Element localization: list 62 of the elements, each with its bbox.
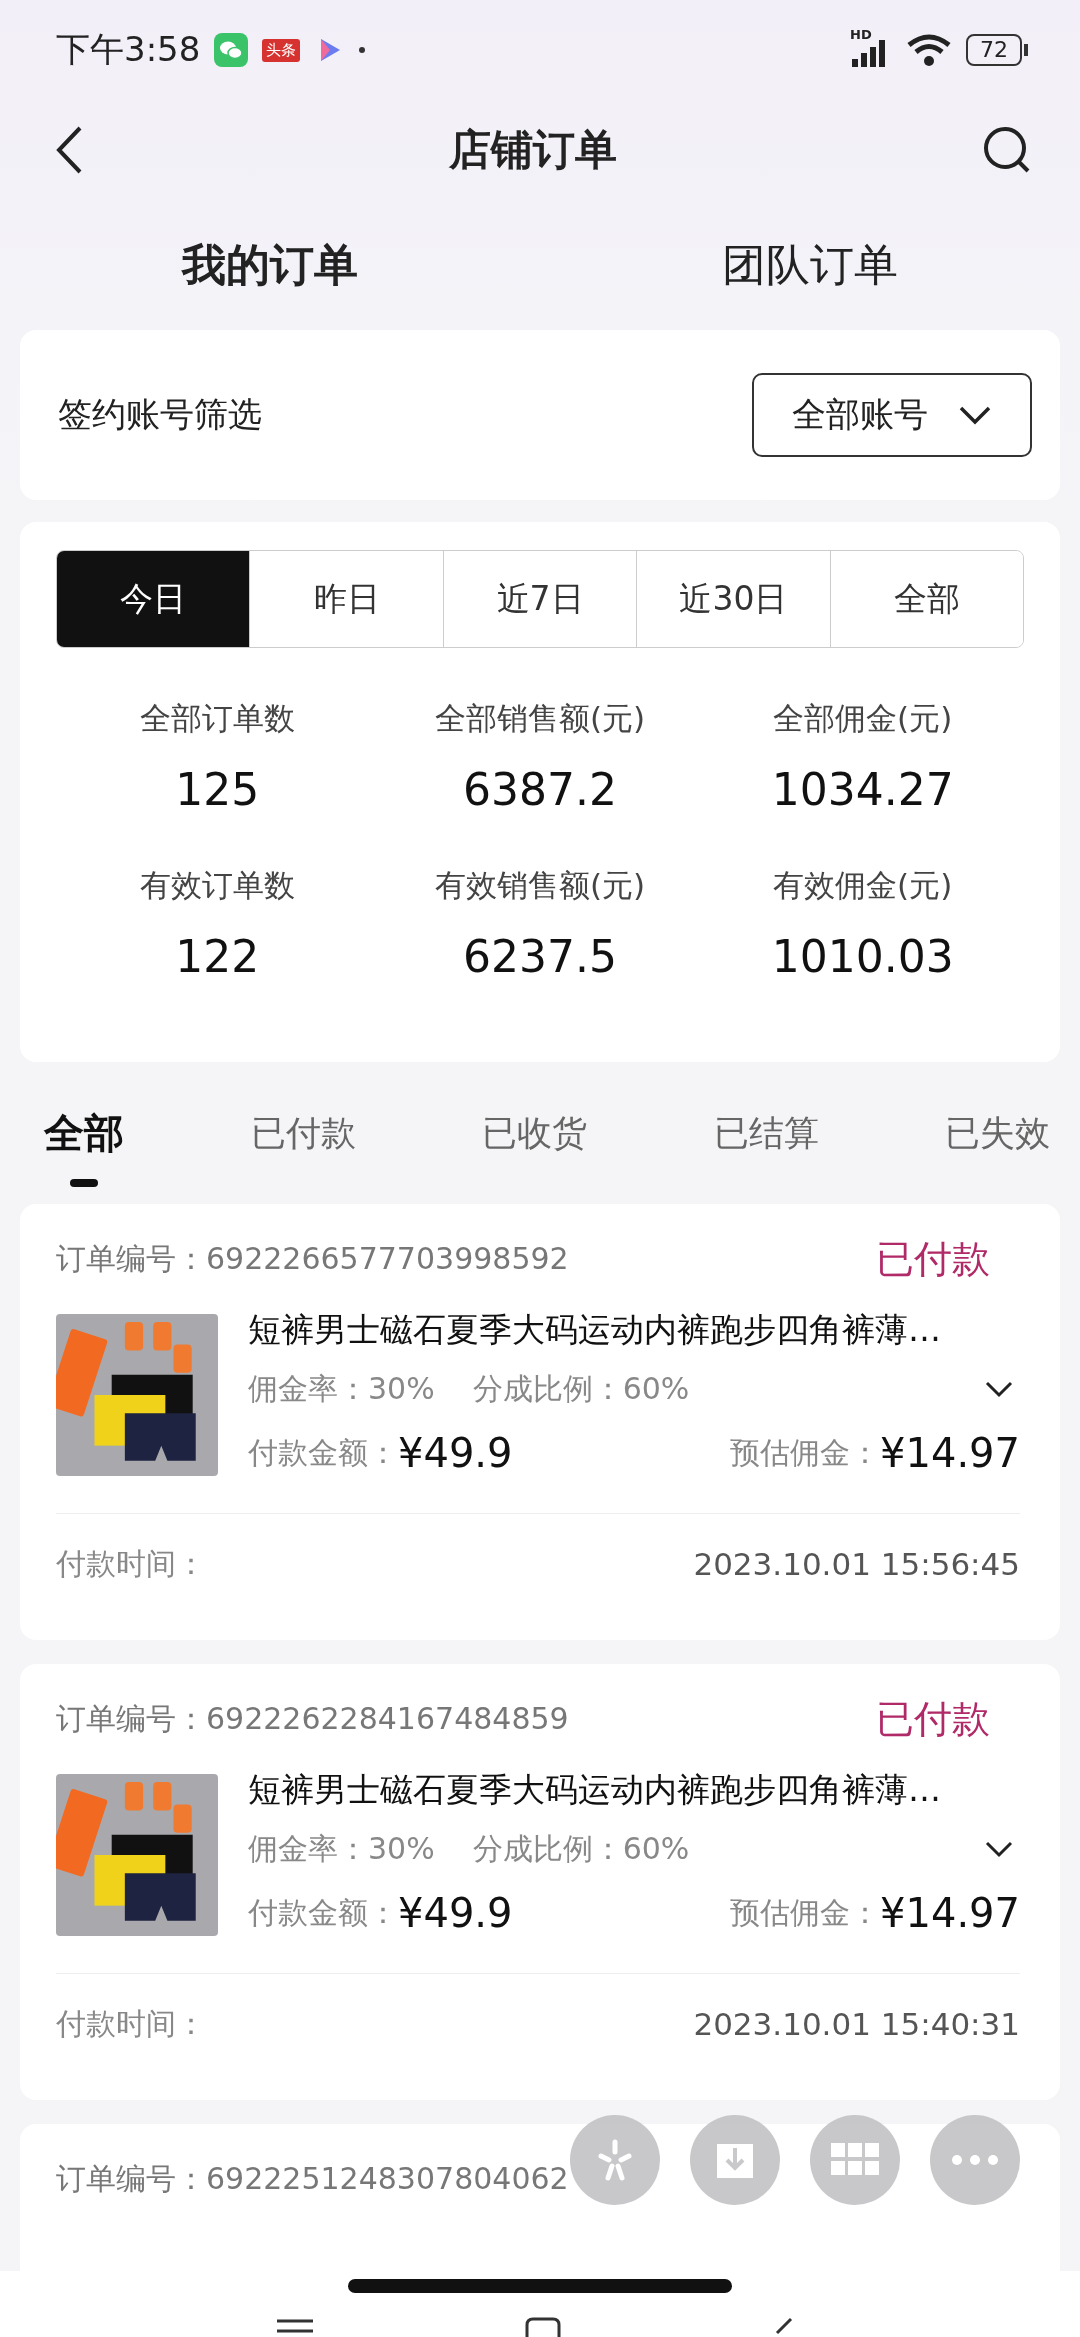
order-number: 订单编号：6922251248307804062 bbox=[56, 2159, 569, 2198]
stat-value: 6387.2 bbox=[463, 764, 617, 815]
paid-label: 付款金额： bbox=[248, 1433, 398, 1472]
more-icon bbox=[951, 2154, 999, 2166]
expand-icon[interactable] bbox=[984, 1380, 1014, 1398]
stat-value: 1010.03 bbox=[771, 931, 954, 982]
search-icon[interactable] bbox=[982, 125, 1032, 175]
order-card[interactable]: 订单编号：6922266577703998592 已付款 短裤男士磁石夏季大码运动内裤跑步四角裤薄… 佣金率：30% 分成比例：60% 付款金额：¥49.9 预估佣金：¥14.97 付款时间： 2023.10.01 15:56:45 bbox=[20, 1204, 1060, 1640]
dot-icon bbox=[358, 46, 367, 54]
order-number: 订单编号：6922262284167484859 bbox=[56, 1699, 569, 1738]
paid-label: 付款金额： bbox=[248, 1893, 398, 1932]
order-card[interactable]: 订单编号：6922262284167484859 已付款 短裤男士磁石夏季大码运动内裤跑步四角裤薄… 佣金率：30% 分成比例：60% 付款金额：¥49.9 预估佣金：¥14.97 付款时间： 2023.10.01 15:40:31 bbox=[20, 1664, 1060, 2100]
paid-amount: ¥49.9 bbox=[398, 1890, 513, 1936]
scope-tab[interactable]: 我的订单 bbox=[0, 235, 540, 295]
expand-icon[interactable] bbox=[984, 1840, 1014, 1858]
stat-value: 1034.27 bbox=[771, 764, 954, 815]
status-tab[interactable]: 已结算 bbox=[713, 1079, 819, 1187]
stat-value: 122 bbox=[175, 931, 260, 982]
scope-tab[interactable]: 团队订单 bbox=[540, 235, 1080, 295]
commission-amount: ¥14.97 bbox=[880, 1430, 1020, 1476]
home-icon[interactable] bbox=[525, 2317, 561, 2337]
caret-icon bbox=[958, 405, 992, 425]
status-tab[interactable]: 全部 bbox=[44, 1075, 124, 1191]
back-icon[interactable] bbox=[54, 125, 84, 175]
order-status: 已付款 bbox=[876, 1695, 990, 1743]
news-app-icon: 头条 bbox=[262, 38, 301, 62]
stat-label: 有效订单数 bbox=[139, 866, 295, 905]
payment-time: 2023.10.01 15:56:45 bbox=[693, 1546, 1020, 1582]
stat-label: 全部订单数 bbox=[139, 699, 295, 738]
paid-amount: ¥49.9 bbox=[398, 1430, 513, 1476]
commission-label: 预估佣金： bbox=[730, 1433, 881, 1472]
commission-label: 预估佣金： bbox=[730, 1893, 881, 1932]
status-tab[interactable]: 已付款 bbox=[250, 1079, 356, 1187]
payment-time: 2023.10.01 15:40:31 bbox=[693, 2006, 1020, 2042]
status-tab[interactable]: 已失效 bbox=[945, 1079, 1050, 1187]
payment-time-label: 付款时间： bbox=[56, 2004, 206, 2043]
account-dropdown[interactable]: 全部账号 bbox=[752, 373, 1032, 457]
wifi-icon bbox=[906, 33, 952, 67]
share-ratio: 分成比例：60% bbox=[472, 1829, 690, 1868]
product-title: 短裤男士磁石夏季大码运动内裤跑步四角裤薄… bbox=[248, 1769, 942, 1811]
stat-value: 125 bbox=[175, 764, 260, 815]
stat-label: 全部销售额(元) bbox=[434, 699, 646, 738]
product-title: 短裤男士磁石夏季大码运动内裤跑步四角裤薄… bbox=[248, 1309, 942, 1351]
filter-label: 签约账号筛选 bbox=[58, 393, 262, 436]
chat-app-icon bbox=[214, 33, 249, 67]
order-number: 订单编号：6922266577703998592 bbox=[56, 1239, 569, 1278]
order-status: 已付款 bbox=[876, 1235, 990, 1283]
status-tab[interactable]: 已收货 bbox=[482, 1079, 587, 1187]
stat-value: 6237.5 bbox=[463, 931, 617, 982]
status-time: 下午3:58 bbox=[56, 28, 201, 71]
share-ratio: 分成比例：60% bbox=[472, 1369, 690, 1408]
commission-amount: ¥14.97 bbox=[880, 1890, 1020, 1936]
period-tab[interactable]: 全部 bbox=[829, 551, 1023, 647]
stat-label: 有效佣金(元) bbox=[773, 866, 953, 905]
payment-time-label: 付款时间： bbox=[56, 1544, 206, 1583]
stat-label: 全部佣金(元) bbox=[773, 699, 953, 738]
page-title: 店铺订单 bbox=[449, 124, 617, 176]
commission-rate: 佣金率：30% bbox=[248, 1829, 435, 1868]
stat-label: 有效销售额(元) bbox=[434, 866, 646, 905]
period-tab[interactable]: 今日 bbox=[57, 551, 250, 647]
commission-rate: 佣金率：30% bbox=[248, 1369, 435, 1408]
grid-icon bbox=[831, 2143, 879, 2177]
